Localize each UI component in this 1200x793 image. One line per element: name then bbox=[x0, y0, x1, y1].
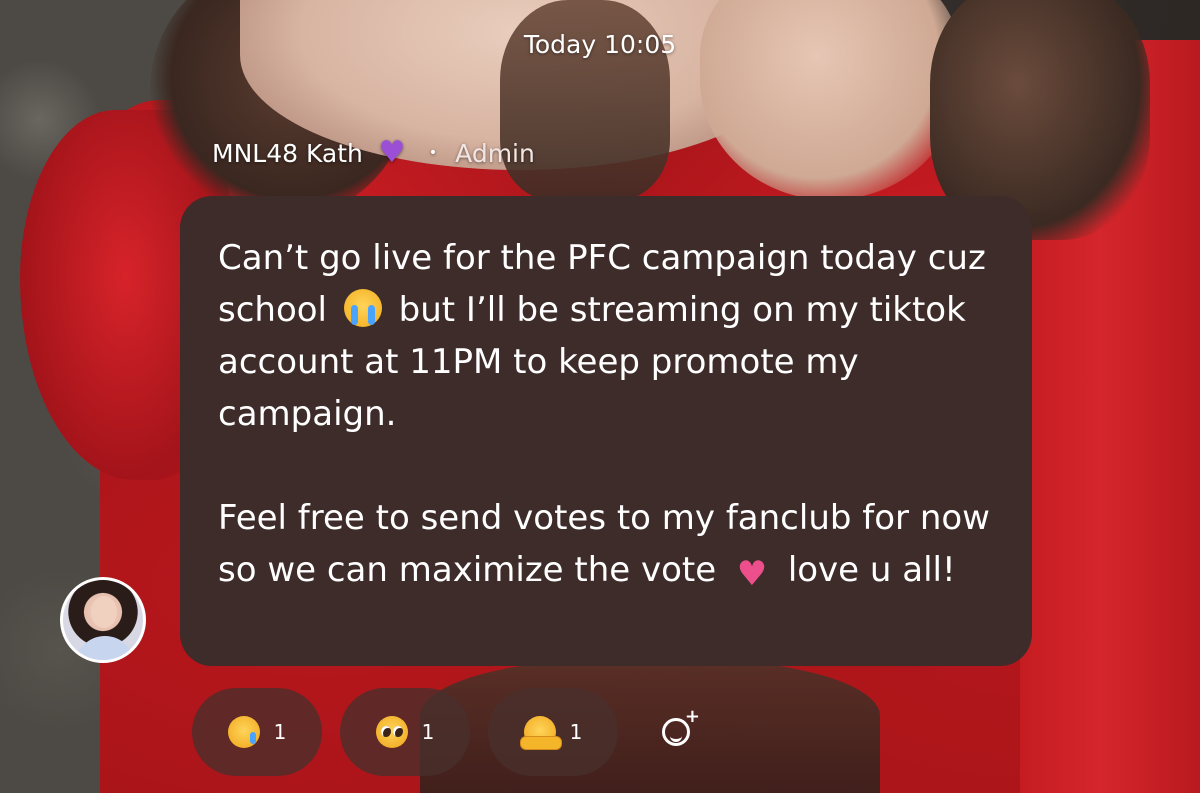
reaction-count: 1 bbox=[273, 720, 287, 744]
plus-icon: + bbox=[684, 706, 700, 727]
message-paragraph-2: Feel free to send votes to my fanclub fo… bbox=[218, 492, 992, 596]
loudly-crying-face-icon bbox=[343, 289, 382, 327]
add-reaction-button[interactable]: + bbox=[636, 688, 724, 776]
avatar-shirt bbox=[75, 636, 135, 660]
message-text-2b: love u all! bbox=[787, 550, 956, 590]
growing-heart-icon: ♥ bbox=[736, 554, 768, 594]
pleading-face-icon bbox=[375, 716, 408, 748]
message-bubble[interactable]: Can’t go live for the PFC campaign today… bbox=[180, 196, 1032, 666]
sender-role: Admin bbox=[455, 138, 535, 168]
reaction-pleading-button[interactable]: 1 bbox=[340, 688, 470, 776]
sender-row: MNL48 Kath ♥ • Admin bbox=[212, 136, 535, 170]
reactions-bar: 1 1 1 + bbox=[192, 688, 724, 776]
message-paragraph-1: Can’t go live for the PFC campaign today… bbox=[218, 232, 992, 440]
reaction-count: 1 bbox=[421, 720, 435, 744]
add-reaction-icon: + bbox=[662, 708, 700, 750]
reaction-count: 1 bbox=[569, 720, 583, 744]
sender-avatar[interactable] bbox=[60, 577, 146, 663]
reaction-hugging-button[interactable]: 1 bbox=[488, 688, 618, 776]
reaction-crying-button[interactable]: 1 bbox=[192, 688, 322, 776]
crying-face-icon bbox=[227, 716, 260, 748]
separator-dot: • bbox=[428, 145, 438, 161]
hugging-face-icon bbox=[519, 716, 562, 750]
message-text-1b: but I’ll be streaming on my tiktok accou… bbox=[218, 290, 966, 434]
sender-name[interactable]: MNL48 Kath bbox=[212, 139, 363, 168]
purple-heart-icon: ♥ bbox=[378, 135, 406, 170]
message-timestamp: Today 10:05 bbox=[523, 30, 677, 59]
avatar-face bbox=[91, 596, 117, 628]
